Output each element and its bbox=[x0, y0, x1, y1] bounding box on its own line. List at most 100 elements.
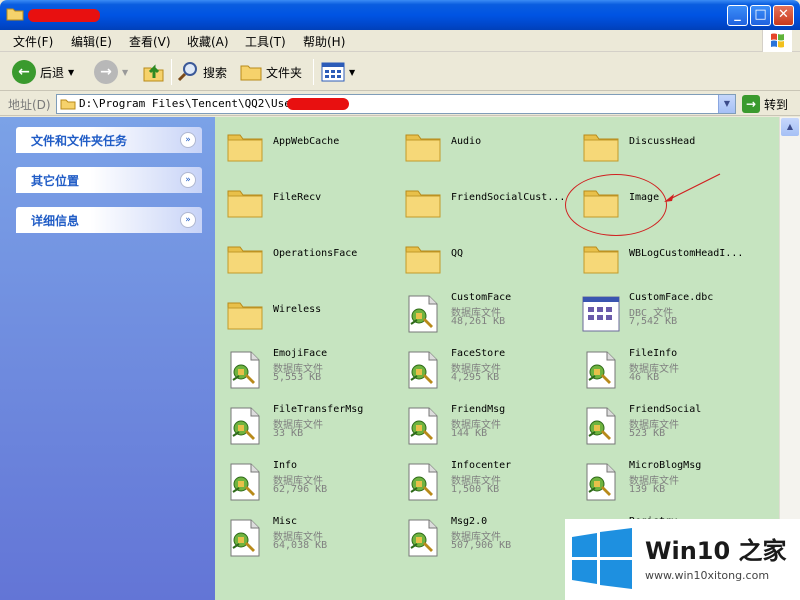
forward-dropdown-icon[interactable]: ▼ bbox=[122, 68, 128, 77]
back-button[interactable]: ← 后退 ▼ bbox=[12, 58, 74, 86]
task-panel-other-places[interactable]: 其它位置 » bbox=[16, 167, 202, 193]
windows-logo-icon bbox=[762, 30, 792, 52]
file-item[interactable]: FriendMsg 数据库文件 144 KB bbox=[395, 400, 571, 450]
menu-file[interactable]: 文件(F) bbox=[13, 33, 53, 50]
folder-item[interactable]: OperationsFace bbox=[217, 232, 393, 282]
folder-icon bbox=[225, 126, 265, 166]
folders-label: 文件夹 bbox=[266, 65, 303, 80]
file-item[interactable]: FaceStore 数据库文件 4,295 KB bbox=[395, 344, 571, 394]
folder-item[interactable]: AppWebCache bbox=[217, 120, 393, 170]
views-dropdown-icon[interactable]: ▼ bbox=[349, 68, 355, 77]
minimize-button[interactable]: _ bbox=[727, 5, 748, 26]
menu-help[interactable]: 帮助(H) bbox=[303, 33, 345, 50]
folder-icon bbox=[403, 238, 443, 278]
menu-bar: 文件(F) 编辑(E) 查看(V) 收藏(A) 工具(T) 帮助(H) bbox=[0, 30, 800, 52]
close-button[interactable]: ✕ bbox=[773, 5, 794, 26]
up-folder-button[interactable] bbox=[142, 58, 166, 86]
address-bar: 地址(D) D:\Program Files\Tencent\QQ2\Users… bbox=[0, 92, 800, 116]
item-size: 1,500 KB bbox=[451, 484, 500, 495]
item-size: 33 KB bbox=[273, 428, 304, 439]
annotation-arrow-icon bbox=[664, 173, 721, 202]
watermark: Win10 之家 www.win10xitong.com bbox=[565, 519, 800, 600]
item-name: Misc bbox=[273, 516, 298, 527]
chevron-down-icon[interactable]: » bbox=[180, 132, 196, 148]
address-dropdown-icon[interactable]: ▼ bbox=[718, 95, 735, 113]
file-item[interactable]: Info 数据库文件 62,796 KB bbox=[217, 456, 393, 506]
title-bar: _ □ ✕ bbox=[0, 0, 800, 30]
folder-icon bbox=[581, 238, 621, 278]
redacted-title bbox=[28, 9, 100, 22]
views-button[interactable]: ▼ bbox=[321, 58, 355, 86]
up-folder-icon bbox=[143, 64, 164, 82]
menu-tools[interactable]: 工具(T) bbox=[245, 33, 286, 50]
item-size: 144 KB bbox=[451, 428, 488, 439]
back-dropdown-icon[interactable]: ▼ bbox=[68, 68, 74, 77]
folder-icon bbox=[581, 126, 621, 166]
go-arrow-icon: → bbox=[742, 95, 760, 113]
chevron-down-icon[interactable]: » bbox=[180, 212, 196, 228]
item-name: DiscussHead bbox=[629, 136, 696, 147]
folder-item[interactable]: WBLogCustomHeadI... bbox=[573, 232, 749, 282]
search-button[interactable]: 搜索 bbox=[177, 58, 227, 86]
address-input[interactable]: D:\Program Files\Tencent\QQ2\Users\ ▼ bbox=[56, 94, 736, 114]
file-item[interactable]: FileTransferMsg 数据库文件 33 KB bbox=[217, 400, 393, 450]
item-name: WBLogCustomHeadI... bbox=[629, 248, 744, 259]
file-item[interactable]: Misc 数据库文件 64,038 KB bbox=[217, 512, 393, 562]
folder-icon bbox=[225, 182, 265, 222]
task-panel-title: 详细信息 bbox=[31, 214, 80, 228]
folder-item[interactable]: QQ bbox=[395, 232, 571, 282]
folder-icon bbox=[403, 182, 443, 222]
scroll-up-icon[interactable]: ▲ bbox=[781, 118, 799, 136]
chevron-down-icon[interactable]: » bbox=[180, 172, 196, 188]
folder-item[interactable]: FileRecv bbox=[217, 176, 393, 226]
file-item[interactable]: CustomFace.dbc DBC 文件 7,542 KB bbox=[573, 288, 749, 338]
go-button[interactable]: → 转到 bbox=[742, 95, 788, 113]
file-item[interactable]: EmojiFace 数据库文件 5,553 KB bbox=[217, 344, 393, 394]
item-size: 4,295 KB bbox=[451, 372, 500, 383]
folders-icon bbox=[240, 65, 262, 81]
folder-item[interactable]: Audio bbox=[395, 120, 571, 170]
database-file-icon bbox=[403, 406, 443, 446]
folders-button[interactable]: 文件夹 bbox=[240, 58, 302, 86]
item-name: FriendSocial bbox=[629, 404, 702, 415]
back-arrow-icon: ← bbox=[12, 60, 36, 84]
database-file-icon bbox=[581, 462, 621, 502]
item-name: EmojiFace bbox=[273, 348, 328, 359]
maximize-button[interactable]: □ bbox=[750, 5, 771, 26]
dbc-file-icon bbox=[581, 294, 621, 334]
item-name: OperationsFace bbox=[273, 248, 358, 259]
file-item[interactable]: Infocenter 数据库文件 1,500 KB bbox=[395, 456, 571, 506]
database-file-icon bbox=[225, 406, 265, 446]
task-panel-details[interactable]: 详细信息 » bbox=[16, 207, 202, 233]
file-item[interactable]: CustomFace 数据库文件 48,261 KB bbox=[395, 288, 571, 338]
folder-item[interactable]: DiscussHead bbox=[573, 120, 749, 170]
folder-icon bbox=[6, 8, 24, 21]
task-panel-file-folder[interactable]: 文件和文件夹任务 » bbox=[16, 127, 202, 153]
forward-arrow-icon: → bbox=[94, 60, 118, 84]
file-item[interactable]: FriendSocial 数据库文件 523 KB bbox=[573, 400, 749, 450]
item-name: Audio bbox=[451, 136, 482, 147]
item-name: FriendMsg bbox=[451, 404, 506, 415]
item-name: FaceStore bbox=[451, 348, 506, 359]
file-item[interactable]: FileInfo 数据库文件 46 KB bbox=[573, 344, 749, 394]
item-name: FileTransferMsg bbox=[273, 404, 364, 415]
redacted-path bbox=[287, 98, 349, 110]
item-name: CustomFace bbox=[451, 292, 512, 303]
folder-item[interactable]: FriendSocialCust... bbox=[395, 176, 571, 226]
item-name: MicroBlogMsg bbox=[629, 460, 702, 471]
menu-edit[interactable]: 编辑(E) bbox=[71, 33, 112, 50]
menu-view[interactable]: 查看(V) bbox=[129, 33, 171, 50]
database-file-icon bbox=[403, 518, 443, 558]
file-item[interactable]: MicroBlogMsg 数据库文件 139 KB bbox=[573, 456, 749, 506]
database-file-icon bbox=[403, 462, 443, 502]
file-item[interactable]: Msg2.0 数据库文件 507,906 KB bbox=[395, 512, 571, 562]
item-name: Infocenter bbox=[451, 460, 512, 471]
search-icon bbox=[177, 62, 197, 82]
item-name: AppWebCache bbox=[273, 136, 340, 147]
views-icon bbox=[321, 62, 345, 82]
database-file-icon bbox=[403, 350, 443, 390]
forward-button[interactable]: → ▼ bbox=[94, 58, 128, 86]
menu-favorites[interactable]: 收藏(A) bbox=[187, 33, 229, 50]
folder-item[interactable]: Wireless bbox=[217, 288, 393, 338]
item-name: Wireless bbox=[273, 304, 322, 315]
